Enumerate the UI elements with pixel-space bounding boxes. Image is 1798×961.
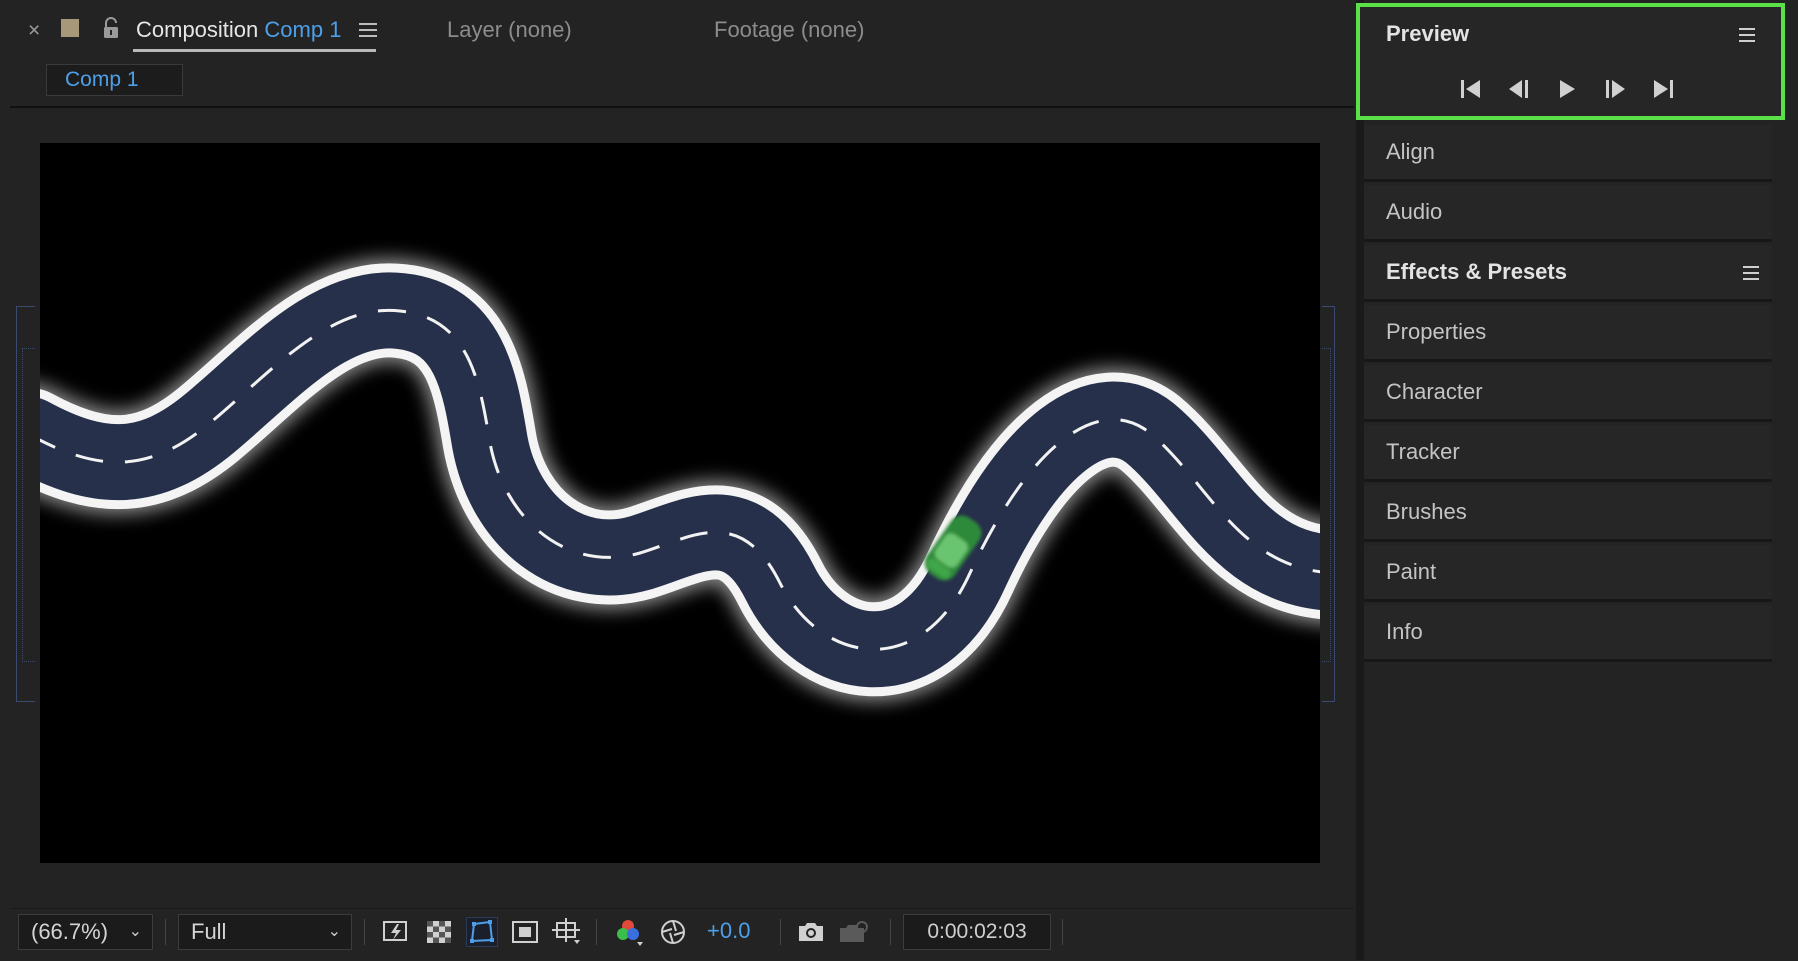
resolution-value: Full (191, 919, 227, 944)
fast-previews-icon[interactable] (380, 917, 412, 947)
comp-color-swatch[interactable] (61, 19, 79, 37)
panel-align[interactable]: Align (1364, 125, 1772, 182)
active-tab-indicator (133, 49, 376, 52)
color-channels-icon[interactable] (614, 917, 646, 947)
next-frame-icon[interactable] (1600, 75, 1630, 103)
panel-character-label: Character (1386, 379, 1483, 404)
last-frame-icon[interactable] (1648, 75, 1678, 103)
composition-tab-label: Composition (136, 17, 259, 42)
preview-panel-title[interactable]: Preview (1386, 21, 1469, 47)
panel-effects-presets-label: Effects & Presets (1386, 259, 1567, 284)
panel-brushes[interactable]: Brushes (1364, 485, 1772, 542)
panel-menu-icon[interactable] (1739, 28, 1755, 42)
composition-tab-comp-name: Comp 1 (264, 17, 342, 42)
transparency-grid-icon[interactable] (423, 917, 455, 947)
exposure-value[interactable]: +0.0 (707, 914, 750, 948)
panel-properties[interactable]: Properties (1364, 305, 1772, 362)
road-artwork (40, 258, 1320, 702)
viewer-toolbar: (66.7%) ⌄ Full ⌄ +0.0 0:00:02:03 (10, 908, 1354, 961)
panel-divider[interactable] (1356, 0, 1364, 960)
close-tab-icon[interactable]: × (28, 20, 40, 42)
preview-panel: Preview (1356, 3, 1785, 120)
chevron-down-icon: ⌄ (128, 923, 142, 940)
play-icon[interactable] (1552, 75, 1582, 103)
toolbar-separator (596, 919, 597, 945)
tab-layer[interactable]: Layer (none) (447, 17, 572, 43)
toolbar-separator (165, 919, 166, 945)
right-bracket-inner (1322, 348, 1331, 662)
panel-brushes-label: Brushes (1386, 499, 1467, 524)
mask-visibility-icon[interactable] (466, 917, 498, 947)
panel-info-label: Info (1386, 619, 1423, 644)
panel-character[interactable]: Character (1364, 365, 1772, 422)
panel-paint-label: Paint (1386, 559, 1437, 584)
current-time-display[interactable]: 0:00:02:03 (903, 914, 1051, 950)
snapshot-icon[interactable] (795, 917, 827, 947)
panel-properties-label: Properties (1386, 319, 1487, 344)
panel-audio-label: Audio (1386, 199, 1443, 224)
first-frame-icon[interactable] (1456, 75, 1486, 103)
panel-align-label: Align (1386, 139, 1435, 164)
toolbar-separator (1062, 919, 1063, 945)
playback-controls (1456, 75, 1676, 103)
composition-tab[interactable]: Composition Comp 1 (136, 17, 341, 43)
show-snapshot-icon[interactable] (837, 917, 869, 947)
region-of-interest-icon[interactable] (509, 917, 541, 947)
panel-tracker[interactable]: Tracker (1364, 425, 1772, 482)
composition-panel: × Composition Comp 1 Layer (none) Footag… (0, 0, 1356, 961)
lock-icon[interactable] (101, 17, 121, 39)
zoom-value: (66.7%) (31, 919, 109, 944)
panel-audio[interactable]: Audio (1364, 185, 1772, 242)
panel-paint[interactable]: Paint (1364, 545, 1772, 602)
panel-menu-icon[interactable] (359, 22, 377, 38)
toolbar-separator (364, 919, 365, 945)
chevron-down-icon: ⌄ (327, 923, 341, 940)
exposure-reset-icon[interactable] (657, 917, 689, 947)
panel-menu-icon[interactable] (1743, 266, 1759, 280)
composition-canvas[interactable] (40, 143, 1320, 863)
panel-effects-presets[interactable]: Effects & Presets (1364, 245, 1772, 302)
panel-info[interactable]: Info (1364, 605, 1772, 662)
grid-guides-icon[interactable] (551, 917, 583, 947)
comp-navigator-tab[interactable]: Comp 1 (46, 64, 183, 96)
left-bracket-inner (22, 348, 35, 662)
panel-tracker-label: Tracker (1386, 439, 1460, 464)
toolbar-separator (780, 919, 781, 945)
previous-frame-icon[interactable] (1504, 75, 1534, 103)
resolution-dropdown[interactable]: Full ⌄ (178, 914, 352, 950)
composition-tab-bar: × Composition Comp 1 Layer (none) Footag… (0, 0, 1356, 60)
zoom-dropdown[interactable]: (66.7%) ⌄ (18, 914, 153, 950)
tab-footage[interactable]: Footage (none) (714, 17, 864, 43)
toolbar-separator (890, 919, 891, 945)
